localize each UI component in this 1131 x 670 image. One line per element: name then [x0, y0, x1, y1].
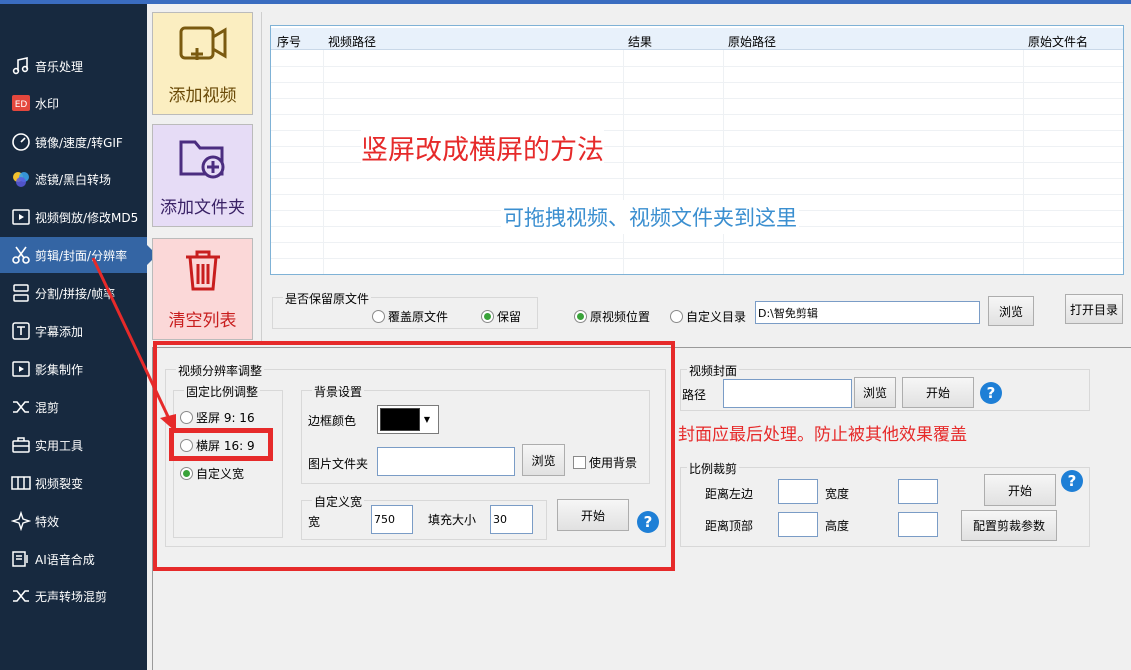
- annotation-arrow: [91, 257, 176, 432]
